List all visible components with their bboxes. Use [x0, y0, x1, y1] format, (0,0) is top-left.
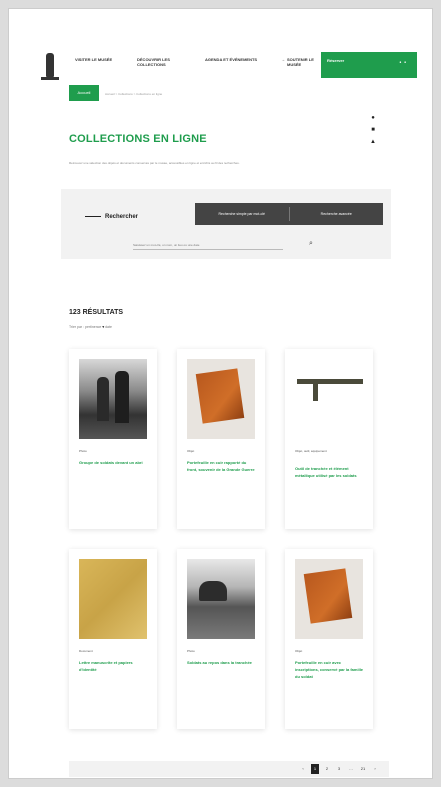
pagination-page-1[interactable]: 1	[311, 764, 319, 774]
logo[interactable]	[39, 53, 61, 83]
pagination-prev-icon[interactable]: ‹	[299, 764, 307, 774]
logo-icon	[46, 53, 54, 77]
sort-control[interactable]: Trier par : pertinence ▾ date	[69, 325, 112, 329]
pagination-page-2[interactable]: 2	[323, 764, 331, 774]
result-type: Document	[79, 649, 93, 653]
share-icon-2[interactable]: ■	[369, 127, 377, 139]
result-card[interactable]: Objet Portefeuille en cuir avec inscript…	[285, 549, 373, 729]
search-tabs: Recherche simple par mot-clé Recherche a…	[195, 203, 383, 225]
nav-item-visit[interactable]: Visiter le musée	[75, 57, 123, 62]
result-type: Objet	[187, 449, 195, 453]
pagination-ellipsis: …	[349, 766, 353, 771]
result-type: Photo	[79, 449, 87, 453]
nav-item-collections[interactable]: Découvrir les collections	[137, 57, 193, 67]
pagination: ‹ 1 2 3 … 21 ›	[69, 761, 389, 777]
result-title[interactable]: Portefeuille en cuir avec inscriptions, …	[295, 659, 365, 680]
breadcrumb[interactable]: Accueil > Collections > Collections en l…	[105, 92, 162, 96]
result-title[interactable]: Outil de tranchée et élément métallique …	[295, 465, 365, 479]
result-card[interactable]: Objet, outil, équipement Outil de tranch…	[285, 349, 373, 529]
pagination-next-icon[interactable]: ›	[371, 764, 379, 774]
search-icon[interactable]: ⌕	[309, 240, 313, 248]
pagination-page-3[interactable]: 3	[335, 764, 343, 774]
nav-item-support-label: Soutenir le musée	[287, 57, 314, 67]
nav-item-agenda[interactable]: Agenda et événements	[205, 57, 263, 62]
result-title[interactable]: Portefeuille en cuir rapporté du front, …	[187, 459, 257, 473]
breadcrumb-home-button[interactable]: Accueil	[69, 85, 99, 101]
result-title[interactable]: Groupe de soldats devant un abri	[79, 459, 149, 466]
result-image[interactable]	[187, 359, 255, 439]
page-intro: Retrouvez une sélection des objets et do…	[69, 161, 240, 165]
results-count: 123 RÉSULTATS	[69, 309, 124, 316]
result-title[interactable]: Lettre manuscrite et papiers d'identité	[79, 659, 149, 673]
arrow-right-icon: →	[281, 57, 285, 62]
result-image[interactable]	[295, 359, 363, 439]
sort-caret-icon: ▾	[102, 325, 105, 329]
search-panel: Rechercher Recherche simple par mot-clé …	[61, 189, 391, 259]
result-card[interactable]: Photo Groupe de soldats devant un abri	[69, 349, 157, 529]
cta-label: Réserver	[327, 58, 345, 63]
pagination-page-last[interactable]: 21	[359, 764, 367, 774]
share-icon-1[interactable]: ●	[369, 115, 377, 127]
search-input[interactable]: Saisissez un mot-clé, un nom, un lieu ou…	[133, 243, 283, 250]
page-title: COLLECTIONS EN LIGNE	[69, 133, 207, 145]
cta-dots-icon: ••	[399, 60, 409, 66]
result-card[interactable]: Objet Portefeuille en cuir rapporté du f…	[177, 349, 265, 529]
sort-label: Trier par : pertinence	[69, 325, 102, 329]
result-image[interactable]	[79, 359, 147, 439]
result-title[interactable]: Soldats au repos dans la tranchée	[187, 659, 257, 666]
share-icons: ● ■ ▲	[369, 115, 377, 151]
result-image[interactable]	[295, 559, 363, 639]
cta-button[interactable]: Réserver ••	[321, 52, 417, 78]
result-type: Objet	[295, 649, 303, 653]
tab-advanced-search[interactable]: Recherche avancée	[290, 212, 384, 217]
result-image[interactable]	[187, 559, 255, 639]
tab-simple-search[interactable]: Recherche simple par mot-clé	[195, 212, 289, 217]
result-card[interactable]: Photo Soldats au repos dans la tranchée	[177, 549, 265, 729]
result-image[interactable]	[79, 559, 147, 639]
search-label: Rechercher	[85, 214, 138, 220]
result-type: Objet, outil, équipement	[295, 449, 327, 453]
nav-item-support[interactable]: → Soutenir le musée	[281, 57, 317, 67]
result-type: Photo	[187, 649, 195, 653]
sort-value: date	[105, 325, 112, 329]
share-icon-3[interactable]: ▲	[369, 139, 377, 151]
page-container: Visiter le musée Découvrir les collectio…	[8, 8, 433, 779]
result-card[interactable]: Document Lettre manuscrite et papiers d'…	[69, 549, 157, 729]
